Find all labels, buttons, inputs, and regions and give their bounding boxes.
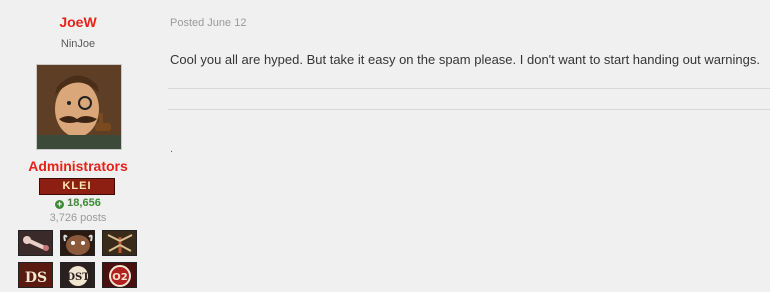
ds-logo-badge[interactable]: DS: [18, 262, 53, 288]
post-count: 3,726 posts: [49, 212, 107, 224]
author-avatar[interactable]: [36, 64, 122, 150]
reputation: +18,656: [0, 197, 156, 209]
oni-logo-badge[interactable]: O2: [102, 262, 137, 288]
author-panel: JoeW NinJoe Administrators KLEI +18,656 …: [0, 0, 156, 292]
divider: [168, 109, 770, 110]
divider: [168, 88, 770, 89]
post-body: Cool you all are hyped. But take it easy…: [170, 52, 761, 67]
plus-circle-icon: +: [55, 199, 65, 209]
rank-badge: KLEI: [39, 178, 115, 195]
forum-post: JoeW NinJoe Administrators KLEI +18,656 …: [0, 0, 770, 292]
author-group: Administrators: [28, 158, 128, 174]
signature: .: [170, 143, 174, 155]
author-title: NinJoe: [60, 38, 96, 50]
bone-key-badge[interactable]: [18, 230, 53, 256]
svg-text:DS: DS: [25, 270, 47, 286]
svg-text:DST: DST: [66, 272, 90, 283]
post-content: Posted June 12 Cool you all are hyped. B…: [168, 0, 770, 292]
beefalo-badge[interactable]: [60, 230, 95, 256]
dst-logo-badge[interactable]: DST: [60, 262, 95, 288]
avatar-image: [37, 65, 121, 149]
svg-text:O2: O2: [112, 272, 128, 283]
reputation-value: 18,656: [67, 197, 101, 209]
mosquito-badge[interactable]: [102, 230, 137, 256]
author-username[interactable]: JoeW: [0, 14, 156, 30]
post-date[interactable]: Posted June 12: [170, 17, 246, 29]
